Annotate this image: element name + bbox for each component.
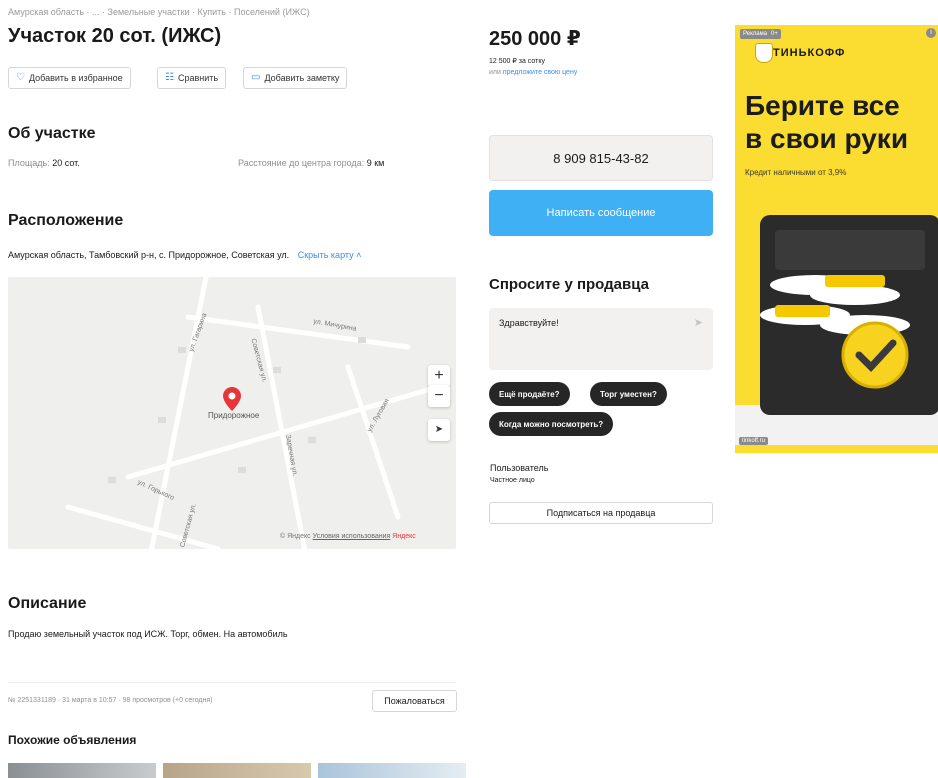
distance-label: Расстояние до центра города: (238, 158, 365, 168)
ask-seller-heading: Спросите у продавца (489, 276, 649, 293)
quick-reply-chip[interactable]: Когда можно посмотреть? (489, 412, 614, 436)
listing-meta: № 2251331189 · 31 марта в 10:57 · 98 про… (8, 697, 213, 704)
geolocation-icon[interactable]: ➤ (428, 419, 450, 441)
offer-price-link[interactable]: предложите свою цену (503, 69, 577, 76)
ad-domain: tinkoff.ru (739, 437, 768, 445)
quick-reply-chip[interactable]: Ещё продаёте? (489, 382, 570, 406)
similar-thumb[interactable] (163, 763, 311, 778)
about-heading: Об участке (8, 125, 96, 142)
similar-thumb[interactable] (318, 763, 466, 778)
divider (8, 682, 456, 683)
building-block (238, 467, 246, 473)
hide-map-link[interactable]: Скрыть карту ˄ (298, 250, 362, 260)
description-heading: Описание (8, 595, 87, 612)
street-line (345, 364, 401, 520)
report-button[interactable]: Пожаловаться (372, 690, 457, 712)
chevron-up-icon: ˄ (356, 250, 362, 260)
seller-type: Частное лицо (490, 477, 535, 484)
compare-label: Сравнить (177, 73, 219, 83)
price-per-unit: 12 500 ₽ за сотку (489, 58, 545, 65)
heart-icon: ♡ (16, 72, 25, 83)
area-value: 20 сот. (52, 158, 80, 168)
zoom-in-button[interactable]: + (428, 365, 450, 387)
street-line (185, 314, 411, 350)
ad-banner[interactable]: Реклама 0+ i ТИНЬКОФФ Берите все в свои … (735, 25, 938, 453)
address-row: Амурская область, Тамбовский р-н, с. При… (8, 250, 361, 260)
price: 250 000 ₽ (489, 28, 581, 50)
show-phone-button[interactable]: 8 909 815-43-82 (489, 135, 713, 181)
building-block (308, 437, 316, 443)
yandex-logo[interactable]: Яндекс (392, 533, 416, 540)
note-icon: ▭ (251, 72, 261, 83)
building-block (358, 337, 366, 343)
building-block (158, 417, 166, 423)
ad-headline-line: Берите все (745, 90, 900, 121)
ask-seller-input[interactable]: Здравствуйте! ➤ (489, 308, 713, 370)
quick-reply-chip[interactable]: Торг уместен? (590, 382, 667, 406)
send-icon[interactable]: ➤ (694, 316, 703, 329)
area-row: Площадь: 20 сот. (8, 158, 80, 168)
ad-subline: Кредит наличными от 3,9% (745, 168, 847, 177)
similar-heading: Похожие объявления (8, 733, 137, 747)
similar-thumb[interactable] (8, 763, 156, 778)
add-to-favorites-label: Добавить в избранное (28, 73, 123, 83)
ad-headline-line: в свои руки (745, 123, 909, 154)
ad-label: Реклама (740, 29, 771, 39)
add-note-button[interactable]: ▭ Добавить заметку (243, 67, 348, 89)
map-attribution: © Яндекс Условия использования Яндекс (280, 533, 416, 540)
building-block (273, 367, 281, 373)
seller-name[interactable]: Пользователь (490, 463, 548, 473)
location-pin-icon[interactable] (223, 387, 241, 411)
description-text: Продаю земельный участок под ИСЖ. Торг, … (8, 629, 288, 639)
distance-row: Расстояние до центра города: 9 км (238, 158, 384, 168)
building-block (108, 477, 116, 483)
subscribe-seller-button[interactable]: Подписаться на продавца (489, 502, 713, 524)
ad-age-label: 0+ (768, 29, 781, 39)
offer-prefix: или (489, 69, 501, 76)
ad-brand: ТИНЬКОФФ (773, 47, 846, 59)
ask-seller-text: Здравствуйте! (499, 318, 559, 328)
add-note-label: Добавить заметку (264, 73, 340, 83)
distance-value: 9 км (366, 158, 385, 168)
ad-headline: Берите все в свои руки (745, 89, 908, 155)
add-to-favorites-button[interactable]: ♡ Добавить в избранное (8, 67, 131, 89)
page-title: Участок 20 сот. (ИЖС) (8, 25, 222, 47)
breadcrumb[interactable]: Амурская область · ... · Земельные участ… (8, 7, 310, 17)
place-label: Придорожное (208, 411, 260, 420)
info-icon[interactable]: i (926, 28, 936, 38)
map-terms-link[interactable]: Условия использования (313, 533, 391, 540)
location-heading: Расположение (8, 212, 124, 229)
tinkoff-logo (755, 43, 773, 63)
zoom-out-button[interactable]: − (428, 385, 450, 407)
send-message-button[interactable]: Написать сообщение (489, 190, 713, 236)
ad-wallet-illustration (735, 215, 938, 445)
building-block (178, 347, 186, 353)
hide-map-label: Скрыть карту (297, 250, 354, 260)
map[interactable]: ул. Гагарина Советская ул. ул. Мичурина … (8, 277, 456, 549)
offer-price-row: или предложите свою цену (489, 69, 577, 76)
compare-icon: ☷ (165, 72, 174, 83)
area-label: Площадь: (8, 158, 50, 168)
address-text: Амурская область, Тамбовский р-н, с. При… (8, 250, 290, 260)
map-copyright: © Яндекс (280, 533, 311, 540)
street-line (65, 504, 221, 549)
compare-button[interactable]: ☷ Сравнить (157, 67, 227, 89)
